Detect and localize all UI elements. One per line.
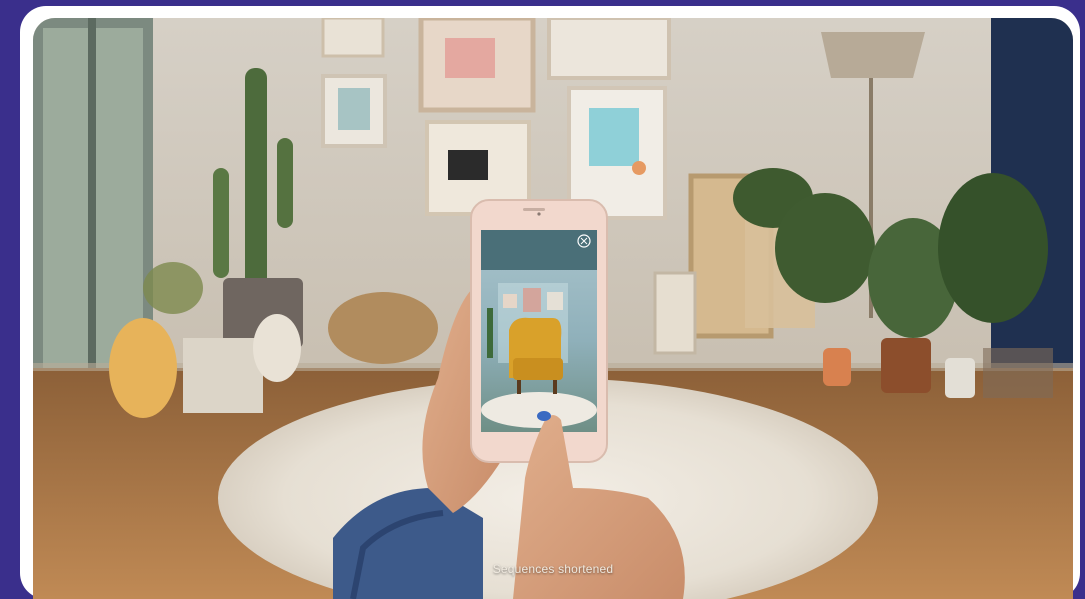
smartphone	[470, 199, 608, 463]
video-caption: Sequences shortened	[492, 562, 614, 576]
scene-illustration	[33, 18, 1073, 599]
photo-scene: Sequences shortened	[33, 18, 1073, 599]
